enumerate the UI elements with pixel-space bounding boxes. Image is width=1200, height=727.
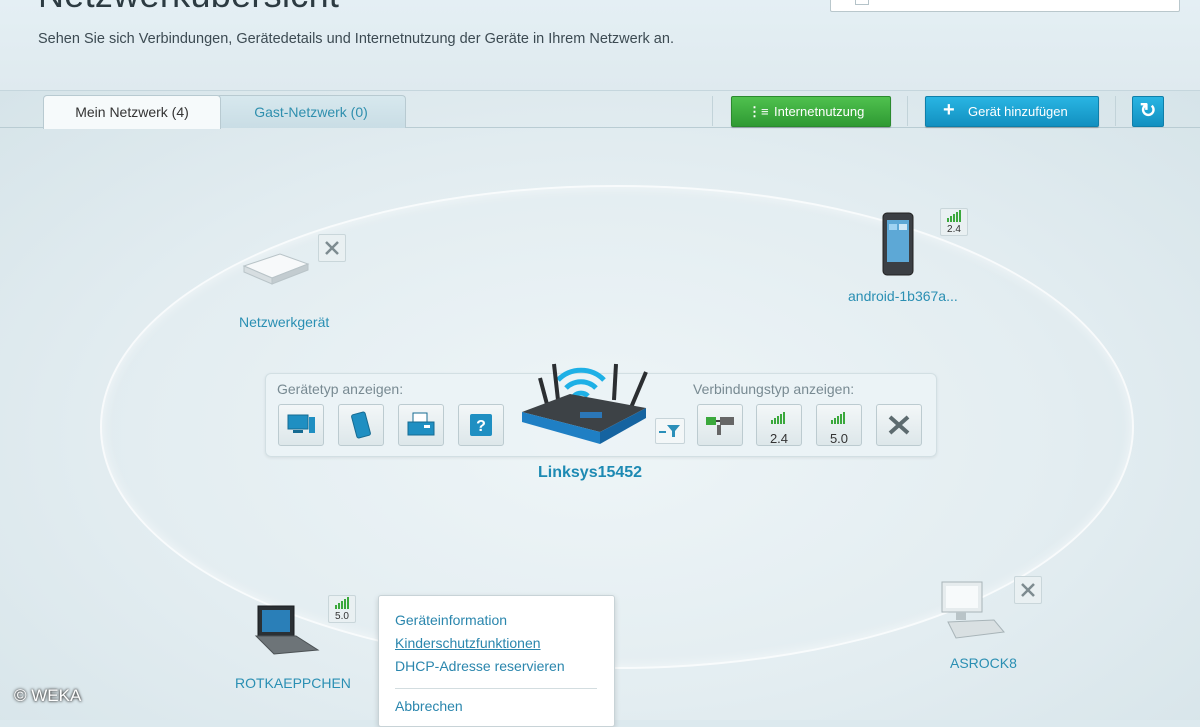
device-type-filter-label: Gerätetyp anzeigen:	[277, 381, 404, 397]
band-label-50: 5.0	[829, 431, 849, 446]
signal-strength-icon	[771, 412, 785, 424]
router-name[interactable]: Linksys15452	[538, 464, 642, 482]
add-device-label: Gerät hinzufügen	[968, 104, 1068, 119]
funnel-icon	[659, 425, 680, 437]
tab-my-network-label: Mein Netzwerk (4)	[75, 104, 189, 120]
desktop-computer-icon[interactable]	[936, 580, 1008, 642]
menu-item-reserve-dhcp[interactable]: DHCP-Adresse reservieren	[395, 658, 565, 674]
menu-item-cancel[interactable]: Abbrechen	[395, 698, 463, 714]
toolbar-separator	[1115, 96, 1116, 126]
band-label: 2.4	[947, 224, 961, 235]
smartphone-icon[interactable]	[880, 212, 916, 276]
signal-strength-icon	[831, 412, 845, 424]
device-label-network-device[interactable]: Netzwerkgerät	[239, 314, 329, 330]
device-label-desktop[interactable]: ASROCK8	[950, 655, 1017, 671]
wifi-signal-badge: 5.0	[328, 595, 356, 623]
tab-guest-network[interactable]: Gast-Netzwerk (0)	[216, 95, 406, 128]
refresh-icon: ↻	[1139, 100, 1157, 122]
filter-unknown-button[interactable]: ?	[458, 404, 504, 446]
filter-wired-button[interactable]	[697, 404, 743, 446]
device-label-android[interactable]: android-1b367a...	[848, 288, 958, 304]
device-context-menu: Geräteinformation Kinderschutzfunktionen…	[378, 595, 615, 727]
filter-mobile-button[interactable]	[338, 404, 384, 446]
internet-usage-button[interactable]: ⋮≡ Internetnutzung	[731, 96, 891, 127]
refresh-button[interactable]: ↻	[1132, 96, 1164, 127]
page-header: Netzwerkübersicht Sehen Sie sich Verbind…	[0, 0, 1200, 91]
list-icon: ⋮≡	[748, 104, 769, 119]
mobile-device-icon	[351, 411, 371, 439]
svg-text:?: ?	[476, 418, 486, 435]
menu-item-parental-controls[interactable]: Kinderschutzfunktionen	[395, 635, 541, 651]
plus-icon: +	[943, 99, 955, 121]
device-label-laptop[interactable]: ROTKAEPPCHEN	[235, 675, 351, 691]
tab-guest-network-label: Gast-Netzwerk (0)	[254, 104, 368, 120]
search-icon	[855, 0, 869, 5]
menu-item-device-info[interactable]: Geräteinformation	[395, 612, 507, 628]
page-title: Netzwerkübersicht	[38, 0, 339, 16]
search-input[interactable]	[875, 0, 1169, 7]
laptop-icon[interactable]	[250, 604, 322, 658]
watermark: © WEKA	[14, 686, 82, 705]
tab-my-network[interactable]: Mein Netzwerk (4)	[43, 95, 221, 129]
band-label-24: 2.4	[769, 431, 789, 446]
filter-wifi-50-button[interactable]: 5.0	[816, 404, 862, 446]
filter-computer-button[interactable]	[278, 404, 324, 446]
band-label: 5.0	[335, 611, 349, 622]
menu-divider	[395, 688, 597, 689]
router-icon[interactable]	[518, 350, 652, 452]
disconnected-icon	[888, 415, 910, 435]
signal-strength-icon	[335, 597, 349, 609]
filter-offline-button[interactable]	[876, 404, 922, 446]
printer-icon	[407, 412, 435, 436]
ethernet-icon	[706, 417, 734, 435]
network-storage-icon[interactable]	[240, 248, 312, 288]
disconnected-icon	[325, 241, 339, 255]
wifi-signal-badge: 2.4	[940, 208, 968, 236]
question-mark-icon: ?	[470, 414, 492, 436]
disconnected-icon	[1021, 583, 1035, 597]
toolbar-separator	[907, 96, 908, 126]
add-device-button[interactable]: + Gerät hinzufügen	[925, 96, 1099, 127]
router-filter-toggle[interactable]	[655, 418, 685, 444]
disconnected-badge	[1014, 576, 1042, 604]
search-box[interactable]	[830, 0, 1180, 12]
filter-wifi-24-button[interactable]: 2.4	[756, 404, 802, 446]
disconnected-badge	[318, 234, 346, 262]
toolbar-separator	[712, 96, 713, 126]
connection-type-filter-label: Verbindungstyp anzeigen:	[693, 381, 855, 397]
computer-icon	[287, 414, 315, 433]
signal-strength-icon	[947, 210, 961, 222]
page-subtitle: Sehen Sie sich Verbindungen, Gerätedetai…	[38, 31, 674, 47]
internet-usage-label: Internetnutzung	[774, 104, 865, 119]
filter-printer-button[interactable]	[398, 404, 444, 446]
